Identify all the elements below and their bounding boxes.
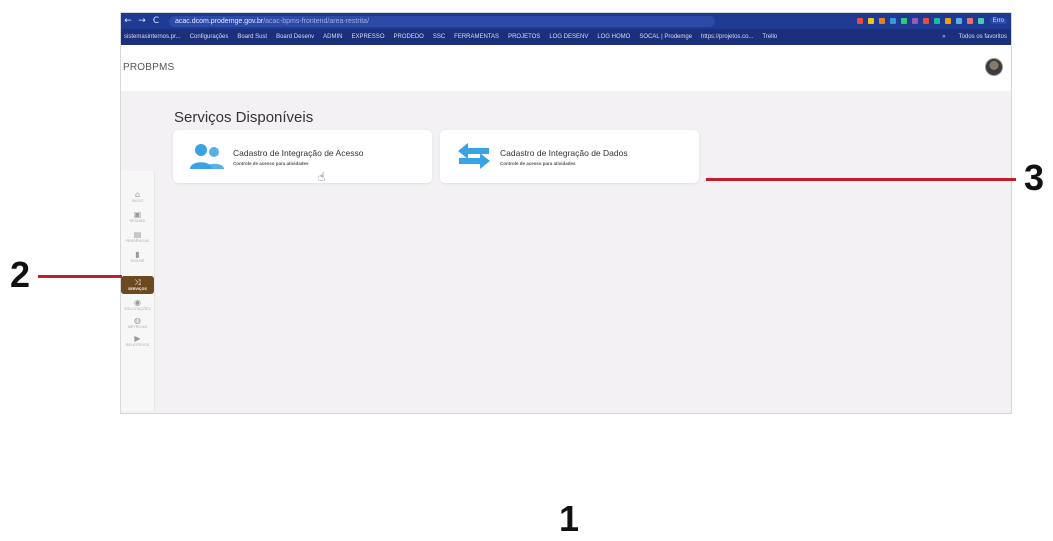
- sidebar-item-inicio[interactable]: ⌂ INÍCIO: [121, 191, 154, 204]
- annotation-number-2: 2: [10, 254, 31, 295]
- bookmark-folder[interactable]: FERRAMENTAS: [454, 34, 499, 40]
- all-bookmarks-folder[interactable]: Todos os favoritos: [959, 34, 1011, 40]
- bookmark-folder[interactable]: PROJETOS: [508, 34, 540, 40]
- profile-button[interactable]: Erro: [989, 18, 1007, 24]
- bookmark-item[interactable]: LOG DESENV: [549, 34, 588, 40]
- sidebar-item-label: RESUMO: [129, 219, 146, 223]
- dossier-icon: ▮: [135, 250, 140, 259]
- extensions-bar: [856, 18, 990, 24]
- url-path: /acac-bpms-frontend/area-restrita/: [263, 17, 370, 25]
- browser-window: ← → C acac.dcom.prodemge.gov.br /acac-bp…: [120, 12, 1012, 414]
- sidebar-item-label: MÉTRICAS: [128, 325, 147, 329]
- extension-icon[interactable]: [944, 18, 951, 24]
- extension-icon[interactable]: [933, 18, 940, 24]
- bookmark-item[interactable]: Board Desenv: [276, 34, 314, 40]
- annotation-line-3: [706, 178, 1016, 181]
- requests-icon: ◉: [134, 298, 141, 307]
- back-icon[interactable]: ←: [121, 16, 135, 26]
- bookmark-item[interactable]: LOG HOMO: [597, 34, 630, 40]
- bookmarks-bar: sistemasinternos.pr... Configurações Boa…: [121, 29, 1011, 45]
- users-icon: [190, 144, 224, 169]
- card-subtitle: Controle de acesso para atividades: [233, 161, 309, 166]
- forward-icon[interactable]: →: [135, 16, 149, 26]
- service-card-data-integration[interactable]: Cadastro de Integração de Dados Controle…: [440, 130, 699, 183]
- url-input[interactable]: acac.dcom.prodemge.gov.br /acac-bpms-fro…: [169, 15, 715, 27]
- sidebar-item-label: RELATÓRIOS: [125, 343, 150, 347]
- swap-arrows-icon: [458, 143, 490, 169]
- card-title: Cadastro de Integração de Dados: [500, 148, 628, 158]
- page-title: Serviços Disponíveis: [174, 109, 314, 126]
- extension-icon[interactable]: [966, 18, 973, 24]
- extension-icon[interactable]: [922, 18, 929, 24]
- bookmark-item[interactable]: Configurações: [190, 34, 229, 40]
- extension-icon[interactable]: [955, 18, 962, 24]
- shuffle-icon: ⤨: [134, 278, 141, 287]
- url-host: acac.dcom.prodemge.gov.br: [175, 17, 264, 25]
- sidebar-item-servicos[interactable]: ⤨ SERVIÇOS: [121, 276, 154, 294]
- avatar[interactable]: [985, 58, 1003, 76]
- extension-icon[interactable]: [878, 18, 885, 24]
- sidebar-item-label: PENDÊNCIAS: [125, 239, 150, 243]
- sidebar-item-label: SERVIÇOS: [128, 287, 147, 291]
- sidebar-item-pendencias[interactable]: ▤ PENDÊNCIAS: [121, 231, 154, 244]
- bookmark-folder[interactable]: SSC: [433, 34, 445, 40]
- bookmark-item[interactable]: SOCAL | Prodemge: [639, 34, 692, 40]
- annotation-number-1: 1: [559, 498, 580, 539]
- extension-icon[interactable]: [867, 18, 874, 24]
- extension-icon[interactable]: [889, 18, 896, 24]
- sidebar-item-dossie[interactable]: ▮ DOSSIÊ: [121, 251, 154, 264]
- sidebar: ⌂ INÍCIO ▣ RESUMO ▤ PENDÊNCIAS ▮ DOSSIÊ …: [121, 171, 155, 411]
- sidebar-item-relatorios[interactable]: ▶ RELATÓRIOS: [121, 335, 154, 348]
- annotation-line-2: [38, 275, 122, 278]
- sidebar-item-metricas[interactable]: ◍ MÉTRICAS: [121, 317, 154, 330]
- bookmark-folder[interactable]: PRODEDO: [393, 34, 423, 40]
- sidebar-item-solicitacoes[interactable]: ◉ SOLICITAÇÕES: [121, 299, 154, 312]
- app-brand[interactable]: PROBPMS: [123, 62, 174, 73]
- sidebar-item-label: SOLICITAÇÕES: [124, 307, 151, 311]
- bookmark-folder[interactable]: ADMIN: [323, 34, 342, 40]
- reports-icon: ▶: [134, 334, 141, 343]
- app-header: PROBPMS: [121, 45, 1011, 91]
- extension-icon[interactable]: [911, 18, 918, 24]
- extension-icon[interactable]: [856, 18, 863, 24]
- service-card-access-integration[interactable]: Cadastro de Integração de Acesso Control…: [173, 130, 432, 183]
- hand-cursor-icon: ☝: [318, 170, 326, 184]
- bookmark-folder[interactable]: EXPRESSO: [351, 34, 384, 40]
- sidebar-item-resumo[interactable]: ▣ RESUMO: [121, 211, 154, 224]
- card-subtitle: Controle de acesso para atividades: [500, 161, 576, 166]
- metrics-icon: ◍: [134, 316, 141, 325]
- sidebar-item-label: INÍCIO: [131, 199, 144, 203]
- extension-icon[interactable]: [977, 18, 984, 24]
- bookmarks-overflow-button[interactable]: »: [942, 34, 949, 40]
- annotation-number-3: 3: [1024, 157, 1045, 198]
- pending-icon: ▤: [133, 230, 142, 239]
- bookmark-item[interactable]: https://projetos.co...: [701, 34, 753, 40]
- sidebar-item-label: DOSSIÊ: [130, 259, 145, 263]
- extension-icon[interactable]: [900, 18, 907, 24]
- card-title: Cadastro de Integração de Acesso: [233, 148, 364, 158]
- summary-icon: ▣: [133, 210, 142, 219]
- reload-icon[interactable]: C: [149, 16, 163, 26]
- home-icon: ⌂: [134, 190, 141, 199]
- bookmark-item[interactable]: Board Sust: [237, 34, 267, 40]
- bookmark-item[interactable]: sistemasinternos.pr...: [124, 34, 181, 40]
- bookmark-item[interactable]: Trello: [762, 34, 777, 40]
- address-bar-row: ← → C acac.dcom.prodemge.gov.br /acac-bp…: [121, 13, 1011, 29]
